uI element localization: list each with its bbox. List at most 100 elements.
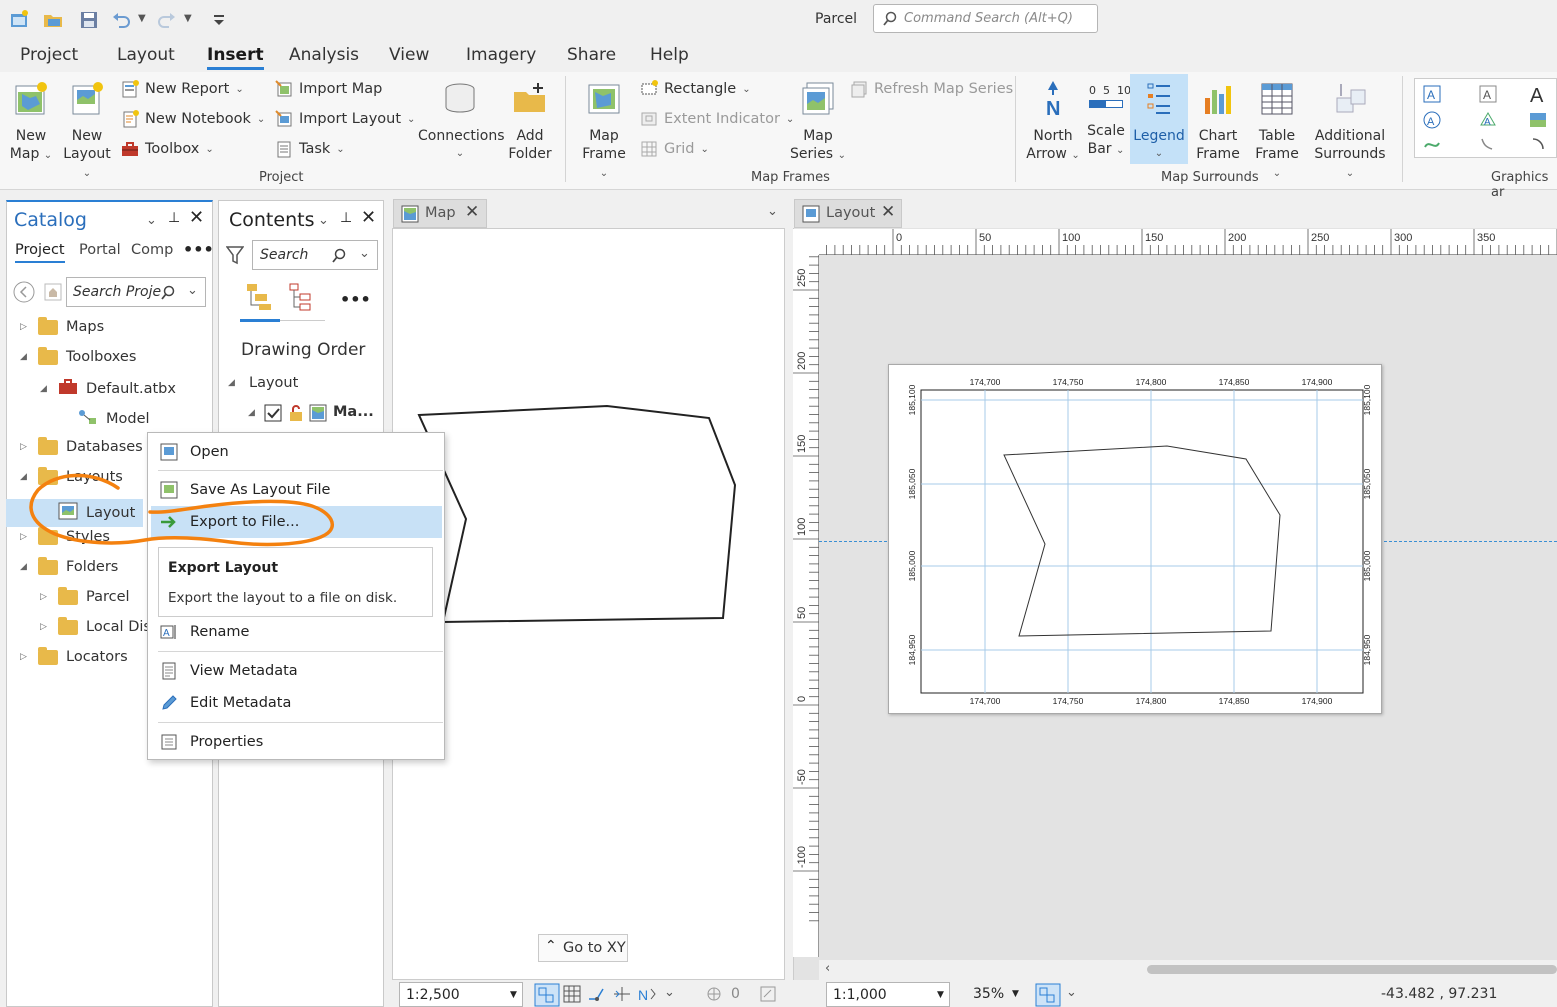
tab-analysis[interactable]: Analysis	[289, 45, 359, 65]
new-project-icon[interactable]	[8, 9, 30, 31]
contents-layout-node[interactable]: Layout	[249, 375, 298, 391]
tab-overflow-chevron-icon[interactable]: ⌄	[767, 204, 778, 219]
connections-button[interactable]: Connections ⌄	[418, 80, 505, 163]
catalog-item-folders[interactable]: ◢ Folders	[20, 556, 118, 575]
tab-insert[interactable]: Insert	[207, 45, 264, 70]
tab-help[interactable]: Help	[650, 45, 689, 65]
tab-share[interactable]: Share	[567, 45, 616, 65]
expand-triangle-icon[interactable]: ▷	[20, 322, 30, 332]
new-notebook-button[interactable]: New Notebook ⌄	[121, 108, 265, 130]
contents-map-frame-node[interactable]: Ma...	[333, 404, 374, 420]
measure-icon[interactable]	[612, 985, 632, 1003]
layout-view-tab[interactable]: Layout ✕	[794, 199, 902, 228]
scroll-left-icon[interactable]: ‹	[825, 961, 830, 976]
catalog-item-layout[interactable]: Layout	[6, 499, 144, 527]
pin-icon[interactable]: ⊥	[168, 210, 180, 226]
catalog-item-toolboxes[interactable]: ◢ Toolboxes	[20, 346, 136, 365]
collapse-triangle-icon[interactable]: ◢	[20, 562, 30, 572]
text-box-icon[interactable]: A	[1423, 85, 1441, 103]
catalog-item-parcel[interactable]: ▷ Parcel	[40, 586, 130, 605]
chevron-down-icon[interactable]: ⌄	[1066, 985, 1077, 1000]
close-tab-icon[interactable]: ✕	[465, 202, 479, 222]
north-arrow-rotation-icon[interactable]: N	[637, 985, 659, 1003]
new-map-button[interactable]: New Map ⌄	[6, 80, 56, 165]
add-folder-button[interactable]: Add Folder	[505, 80, 555, 163]
import-map-button[interactable]: Import Map	[275, 78, 382, 100]
catalog-item-styles[interactable]: ▷ Styles	[20, 526, 110, 545]
layout-scale-selector[interactable]: 1:1,000 ▼	[826, 982, 950, 1007]
collapse-triangle-icon[interactable]: ◢	[40, 384, 50, 394]
catalog-tab-portal[interactable]: Portal	[79, 242, 121, 258]
pane-options-chevron-icon[interactable]: ⌄	[146, 213, 157, 228]
snapping-icon[interactable]	[534, 983, 560, 1007]
menu-item-open[interactable]: Open	[148, 436, 444, 468]
catalog-item-local-dis[interactable]: ▷ Local Dis	[40, 616, 151, 635]
home-folder-icon[interactable]	[44, 283, 62, 301]
map-scale-selector[interactable]: 1:2,500 ▼	[399, 982, 523, 1007]
more-options-icon[interactable]: •••	[183, 240, 214, 259]
menu-item-export-to-file[interactable]: Export to File...	[151, 506, 442, 538]
polygon-text-icon[interactable]: A	[1479, 111, 1497, 129]
catalog-item-model[interactable]: Model	[60, 409, 150, 429]
go-to-xy-button[interactable]: ⌃ Go to XY	[538, 934, 628, 962]
undo-dropdown-icon[interactable]: ▼	[138, 13, 146, 24]
map-frame-border[interactable]	[920, 389, 1364, 694]
refresh-map-series-button[interactable]: Refresh Map Series	[850, 78, 1013, 100]
expand-triangle-icon[interactable]: ◢	[228, 378, 238, 388]
close-icon[interactable]: ✕	[361, 207, 376, 228]
task-button[interactable]: Task ⌄	[275, 138, 345, 160]
grid-toggle-icon[interactable]	[563, 985, 581, 1003]
refresh-icon[interactable]	[760, 986, 776, 1002]
pin-icon[interactable]: ⊥	[340, 210, 352, 226]
curved-text-icon[interactable]	[1423, 135, 1441, 153]
import-layout-button[interactable]: Import Layout ⌄	[275, 108, 415, 130]
command-search-input[interactable]: Command Search (Alt+Q)	[873, 4, 1098, 33]
legend-button[interactable]: Legend ⌄	[1130, 74, 1188, 164]
lock-icon[interactable]	[288, 404, 304, 422]
catalog-search-input[interactable]: Search Proje ⌄	[66, 277, 206, 307]
menu-item-rename[interactable]: A Rename	[148, 616, 444, 648]
map-series-button[interactable]: Map Series ⌄	[790, 80, 846, 165]
expand-triangle-icon[interactable]: ▷	[20, 532, 30, 542]
scrollbar-thumb[interactable]	[1147, 965, 1557, 974]
chevron-down-icon[interactable]: ⌄	[664, 985, 675, 1000]
rectangle-button[interactable]: Rectangle ⌄	[640, 78, 751, 100]
map-frame-on-page[interactable]: 174,700 174,700 174,750 174,750 174,800 174,8…	[889, 365, 1383, 715]
back-arrow-icon[interactable]	[13, 281, 35, 303]
menu-item-edit-metadata[interactable]: Edit Metadata	[148, 687, 444, 719]
tab-view[interactable]: View	[389, 45, 429, 65]
horizontal-scrollbar[interactable]: ‹	[819, 960, 1557, 980]
catalog-tab-project[interactable]: Project	[15, 242, 65, 263]
list-by-drawing-order-icon[interactable]	[245, 282, 275, 312]
redo-dropdown-icon[interactable]: ▼	[184, 13, 192, 24]
menu-item-save-as-layout-file[interactable]: Save As Layout File	[148, 474, 444, 506]
freehand-text-icon[interactable]	[1479, 135, 1497, 153]
visibility-checkbox[interactable]	[264, 404, 282, 422]
chevron-down-icon[interactable]: ⌄	[359, 246, 370, 261]
close-icon[interactable]: ✕	[189, 207, 204, 228]
graphics-gallery[interactable]: A A A A A	[1414, 78, 1557, 158]
picture-icon[interactable]	[1529, 111, 1547, 129]
constraints-icon[interactable]	[587, 985, 607, 1003]
expand-triangle-icon[interactable]: ▷	[40, 592, 50, 602]
tab-layout[interactable]: Layout	[117, 45, 175, 65]
list-by-selection-icon[interactable]	[288, 282, 314, 312]
layout-zoom-selector[interactable]: 35% ▼	[962, 982, 1024, 1007]
scale-bar-button[interactable]: 0 5 10 Scale Bar ⌄	[1082, 80, 1131, 160]
chart-frame-button[interactable]: Chart Frame ⌄	[1190, 80, 1246, 183]
text-icon[interactable]: A	[1527, 83, 1549, 105]
table-frame-button[interactable]: Table Frame ⌄	[1249, 80, 1305, 183]
chevron-down-icon[interactable]: ⌄	[187, 283, 198, 298]
more-options-icon[interactable]: •••	[340, 290, 371, 309]
snapping-icon[interactable]	[1035, 983, 1061, 1007]
circle-text-icon[interactable]: A	[1423, 111, 1441, 129]
save-project-icon[interactable]	[78, 9, 100, 31]
contents-search-input[interactable]: Search ⌄	[252, 240, 378, 270]
catalog-item-databases[interactable]: ▷ Databases	[20, 436, 143, 455]
close-tab-icon[interactable]: ✕	[881, 202, 895, 222]
callout-text-icon[interactable]: A	[1479, 85, 1497, 103]
expand-triangle-icon[interactable]: ▷	[20, 442, 30, 452]
tab-project[interactable]: Project	[20, 45, 78, 65]
expand-triangle-icon[interactable]: ◢	[248, 408, 258, 418]
catalog-tab-computer[interactable]: Comp	[131, 242, 173, 258]
